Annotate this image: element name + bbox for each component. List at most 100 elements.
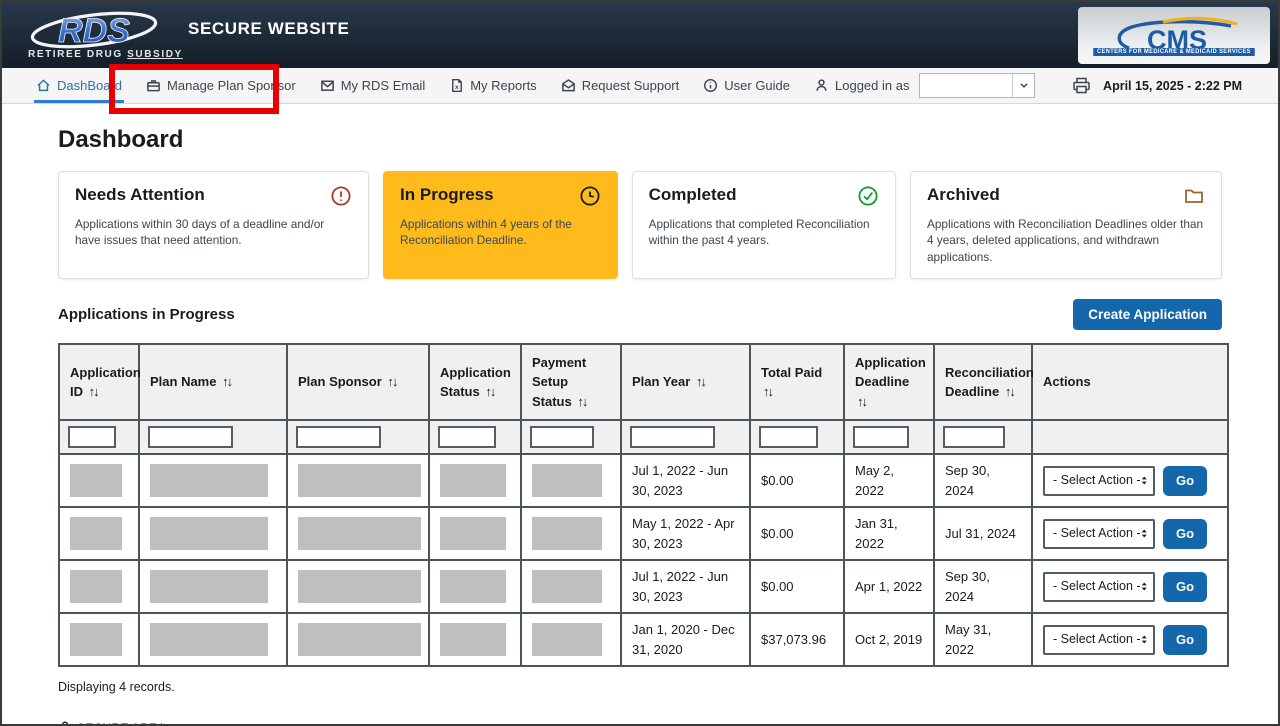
card-completed[interactable]: Completed Applications that completed Re… — [632, 171, 896, 279]
clock-icon — [579, 185, 601, 207]
redacted-application-id — [70, 570, 122, 603]
section-title: Applications in Progress — [58, 306, 235, 323]
select-arrows-icon — [1141, 474, 1147, 487]
action-select[interactable]: - Select Action - — [1043, 625, 1155, 655]
table-row: Jul 1, 2022 - Jun 30, 2023 $0.00 Apr 1, … — [59, 560, 1228, 613]
action-select[interactable]: - Select Action - — [1043, 519, 1155, 549]
nav-dashboard[interactable]: DashBoard — [36, 68, 122, 103]
table-header-row: Application ID ↑↓ Plan Name ↑↓ Plan Spon… — [59, 344, 1228, 421]
folder-icon — [1183, 185, 1205, 207]
status-cards: Needs Attention Applications within 30 d… — [58, 171, 1222, 279]
go-button[interactable]: Go — [1163, 466, 1207, 496]
total-paid-cell: $37,073.96 — [750, 613, 844, 666]
application-deadline-cell: May 2, 2022 — [844, 454, 934, 507]
rds-logo[interactable]: RDS RETIREE DRUG SUBSIDY — [28, 10, 166, 60]
table-row: May 1, 2022 - Apr 30, 2023 $0.00 Jan 31,… — [59, 507, 1228, 560]
card-archived[interactable]: Archived Applications with Reconciliatio… — [910, 171, 1222, 279]
filter-actions-empty — [1032, 420, 1228, 454]
redacted-plan-name — [150, 464, 268, 497]
sort-icon: ↑↓ — [1005, 384, 1014, 399]
filter-application-status-input[interactable] — [438, 426, 496, 448]
applications-section-header: Applications in Progress Create Applicat… — [58, 299, 1222, 330]
nav-user-guide[interactable]: User Guide — [703, 68, 790, 103]
table-row: Jul 1, 2022 - Jun 30, 2023 $0.00 May 2, … — [59, 454, 1228, 507]
printer-icon — [1072, 77, 1091, 94]
filter-plan-name-input[interactable] — [148, 426, 233, 448]
card-title: Needs Attention — [75, 185, 205, 205]
info-circle-icon — [703, 78, 718, 93]
filter-total-paid-input[interactable] — [759, 426, 818, 448]
envelope-icon — [320, 78, 335, 93]
cms-caption: CENTERS FOR MEDICARE & MEDICAID SERVICES — [1093, 48, 1254, 56]
chevron-down-icon — [1012, 74, 1034, 97]
top-banner: RDS RETIREE DRUG SUBSIDY SECURE WEBSITE … — [2, 2, 1278, 68]
plan-year-cell: May 1, 2022 - Apr 30, 2023 — [621, 507, 750, 560]
filter-application-deadline-input[interactable] — [853, 426, 909, 448]
col-header-application-deadline[interactable]: Application Deadline ↑↓ — [844, 344, 934, 421]
nav-my-reports[interactable]: x My Reports — [449, 68, 536, 103]
briefcase-icon — [146, 78, 161, 93]
go-button[interactable]: Go — [1163, 519, 1207, 549]
site-label: SECURE WEBSITE — [188, 19, 349, 39]
redacted-payment-setup-status — [532, 623, 602, 656]
select-arrows-icon — [1141, 633, 1147, 646]
sort-icon: ↑↓ — [387, 374, 396, 389]
sort-icon: ↑↓ — [485, 384, 494, 399]
card-in-progress[interactable]: In Progress Applications within 4 years … — [383, 171, 618, 279]
col-header-plan-sponsor[interactable]: Plan Sponsor ↑↓ — [287, 344, 429, 421]
filter-application-id-input[interactable] — [68, 426, 116, 448]
svg-text:RDS: RDS — [58, 12, 130, 50]
nav-my-rds-email[interactable]: My RDS Email — [320, 68, 426, 103]
filter-plan-sponsor-input[interactable] — [296, 426, 381, 448]
redacted-application-id — [70, 464, 122, 497]
svg-text:x: x — [455, 84, 459, 91]
create-application-button[interactable]: Create Application — [1073, 299, 1222, 330]
col-header-actions: Actions — [1032, 344, 1228, 421]
go-button[interactable]: Go — [1163, 625, 1207, 655]
card-needs-attention[interactable]: Needs Attention Applications within 30 d… — [58, 171, 369, 279]
card-title: In Progress — [400, 185, 494, 205]
col-header-reconciliation-deadline[interactable]: Reconciliation Deadline ↑↓ — [934, 344, 1032, 421]
application-deadline-cell: Apr 1, 2022 — [844, 560, 934, 613]
reconciliation-deadline-cell: Sep 30, 2024 — [934, 454, 1032, 507]
filter-plan-year-input[interactable] — [630, 426, 715, 448]
page-title: Dashboard — [58, 126, 1222, 154]
cms-logo[interactable]: CMS CENTERS FOR MEDICARE & MEDICAID SERV… — [1078, 7, 1270, 64]
check-circle-icon — [857, 185, 879, 207]
col-header-plan-name[interactable]: Plan Name ↑↓ — [139, 344, 287, 421]
redacted-plan-sponsor — [298, 464, 421, 497]
redacted-plan-sponsor — [298, 623, 421, 656]
redacted-plan-sponsor — [298, 517, 421, 550]
reconciliation-deadline-cell: May 31, 2022 — [934, 613, 1032, 666]
print-button[interactable] — [1072, 77, 1091, 94]
redacted-application-status — [440, 517, 506, 550]
col-header-application-id[interactable]: Application ID ↑↓ — [59, 344, 139, 421]
nav-request-support[interactable]: Request Support — [561, 68, 680, 103]
redacted-payment-setup-status — [532, 464, 602, 497]
sort-icon: ↑↓ — [89, 384, 98, 399]
nav-logged-in-as: Logged in as — [814, 68, 1035, 103]
card-description: Applications within 4 years of the Recon… — [400, 216, 601, 249]
col-header-payment-setup-status[interactable]: Payment Setup Status ↑↓ — [521, 344, 621, 421]
sort-icon: ↑↓ — [696, 374, 705, 389]
col-header-application-status[interactable]: Application Status ↑↓ — [429, 344, 521, 421]
main-nav: DashBoard Manage Plan Sponsor My RDS Ema… — [2, 68, 1278, 104]
envelope-open-icon — [561, 78, 576, 93]
col-header-total-paid[interactable]: Total Paid ↑↓ — [750, 344, 844, 421]
rds-logo-icon: RDS — [28, 10, 166, 52]
col-header-plan-year[interactable]: Plan Year ↑↓ — [621, 344, 750, 421]
nav-manage-plan-sponsor[interactable]: Manage Plan Sponsor — [146, 68, 296, 103]
total-paid-cell: $0.00 — [750, 454, 844, 507]
plan-year-cell: Jul 1, 2022 - Jun 30, 2023 — [621, 454, 750, 507]
action-select[interactable]: - Select Action - — [1043, 466, 1155, 496]
logged-in-user-value — [920, 74, 1012, 97]
redacted-application-status — [440, 623, 506, 656]
applications-table: Application ID ↑↓ Plan Name ↑↓ Plan Spon… — [58, 343, 1229, 668]
go-button[interactable]: Go — [1163, 572, 1207, 602]
filter-reconciliation-deadline-input[interactable] — [943, 426, 1005, 448]
redacted-application-status — [440, 464, 506, 497]
action-select[interactable]: - Select Action - — [1043, 572, 1155, 602]
redacted-application-id — [70, 623, 122, 656]
logged-in-user-select[interactable] — [919, 73, 1035, 98]
filter-payment-setup-status-input[interactable] — [530, 426, 594, 448]
